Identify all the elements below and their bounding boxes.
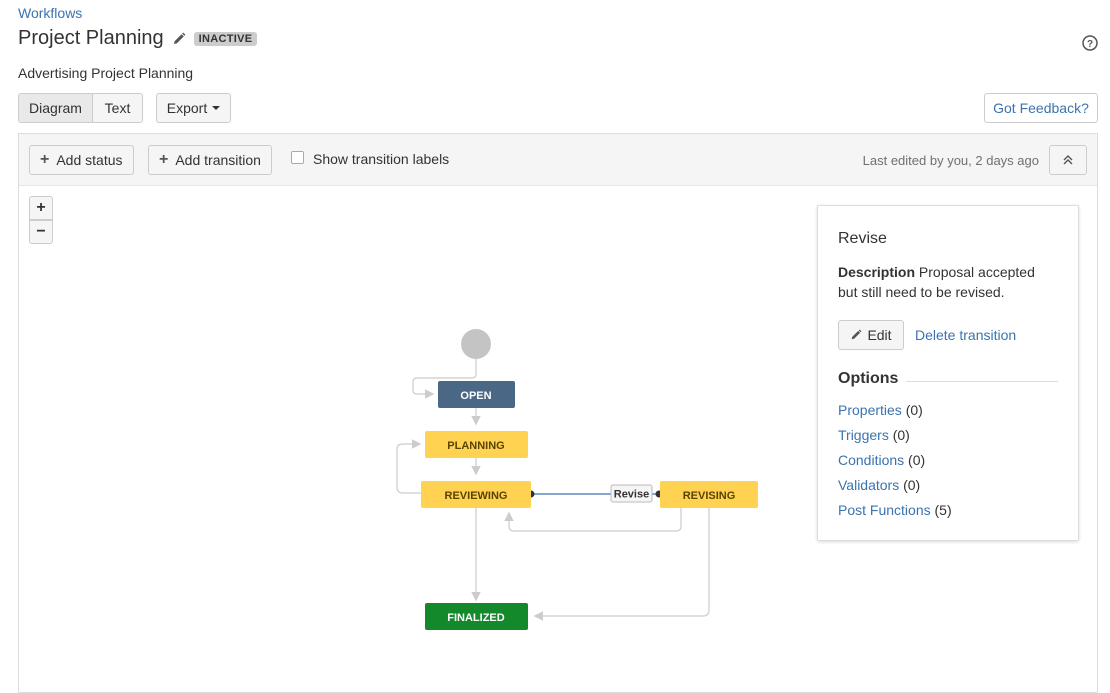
tab-diagram[interactable]: Diagram (18, 93, 93, 123)
transition-label-text: Revise (614, 489, 649, 501)
breadcrumb-workflows[interactable]: Workflows (18, 5, 82, 21)
status-reviewing-label: REVIEWING (445, 490, 508, 502)
option-properties-link[interactable]: Properties (838, 402, 902, 418)
export-label: Export (166, 100, 208, 116)
option-count: (0) (908, 452, 926, 468)
status-revising-label: REVISING (683, 490, 736, 502)
svg-text:?: ? (1087, 39, 1093, 50)
start-node (461, 329, 491, 359)
status-badge: INACTIVE (193, 31, 258, 46)
panel-title: Revise (838, 230, 887, 247)
option-count: (0) (905, 402, 923, 418)
option-validators-link[interactable]: Validators (838, 477, 899, 493)
tab-text[interactable]: Text (92, 93, 143, 123)
options-divider (906, 381, 1058, 382)
workflow-designer: + Add status + Add transition Show trans… (18, 133, 1098, 693)
option-post-functions-link[interactable]: Post Functions (838, 502, 931, 518)
transition-reviewing-planning (396, 439, 422, 494)
option-count: (0) (892, 427, 910, 443)
option-post-functions: Post Functions (5) (838, 502, 952, 518)
status-revising[interactable]: REVISING (660, 481, 758, 508)
status-reviewing[interactable]: REVIEWING (421, 481, 531, 508)
status-finalized[interactable]: FINALIZED (425, 603, 528, 630)
transition-label-revise[interactable]: Revise (610, 484, 653, 503)
option-triggers: Triggers (0) (838, 427, 910, 443)
pencil-icon (852, 329, 862, 340)
option-validators: Validators (0) (838, 477, 920, 493)
edit-button[interactable]: Edit (838, 320, 904, 350)
description-label: Description (838, 264, 916, 280)
option-properties: Properties (0) (838, 402, 923, 418)
edit-label: Edit (867, 327, 892, 343)
option-conditions: Conditions (0) (838, 452, 925, 468)
option-conditions-link[interactable]: Conditions (838, 452, 904, 468)
delete-transition-link[interactable]: Delete transition (915, 327, 1016, 343)
status-open[interactable]: OPEN (438, 381, 515, 408)
help-icon[interactable]: ? (1082, 35, 1098, 51)
status-planning-label: PLANNING (447, 440, 504, 452)
page-header: Project Planning INACTIVE (18, 27, 258, 50)
workflow-description: Advertising Project Planning (18, 65, 194, 81)
option-count: (5) (934, 502, 952, 518)
caret-down-icon (212, 106, 221, 110)
export-button[interactable]: Export (156, 93, 231, 123)
status-open-label: OPEN (460, 390, 491, 402)
panel-description: Description Proposal accepted but still … (838, 262, 1058, 302)
status-planning[interactable]: PLANNING (425, 431, 528, 458)
page-title: Project Planning (18, 27, 164, 49)
option-count: (0) (903, 477, 921, 493)
transition-details-panel: Revise Description Proposal accepted but… (817, 205, 1079, 541)
transition-revising-finalized (533, 508, 710, 621)
pencil-icon[interactable] (172, 32, 186, 46)
transition-revising-reviewing (504, 508, 682, 532)
options-heading: Options (838, 370, 899, 387)
status-finalized-label: FINALIZED (447, 612, 504, 624)
feedback-button[interactable]: Got Feedback? (984, 93, 1098, 123)
option-triggers-link[interactable]: Triggers (838, 427, 889, 443)
